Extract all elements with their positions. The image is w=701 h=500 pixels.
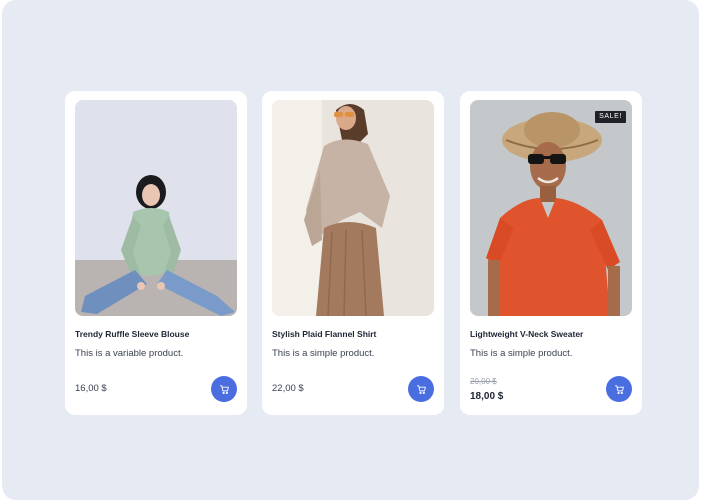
cart-icon bbox=[219, 384, 229, 394]
product-card[interactable]: Trendy Ruffle Sleeve Blouse This is a va… bbox=[65, 91, 247, 415]
product-image[interactable] bbox=[272, 100, 434, 316]
product-photo-icon bbox=[272, 100, 434, 316]
add-to-cart-button[interactable] bbox=[408, 376, 434, 402]
cart-icon bbox=[614, 384, 624, 394]
product-photo-icon bbox=[470, 100, 632, 316]
add-to-cart-button[interactable] bbox=[606, 376, 632, 402]
sale-badge: SALE! bbox=[595, 111, 626, 123]
product-price: 22,00 $ bbox=[272, 383, 304, 394]
product-old-price: 20,00 $ bbox=[470, 377, 497, 386]
product-description: This is a variable product. bbox=[75, 348, 184, 359]
product-price: 16,00 $ bbox=[75, 383, 107, 394]
product-photo-icon bbox=[75, 100, 237, 316]
product-card[interactable]: Stylish Plaid Flannel Shirt This is a si… bbox=[262, 91, 444, 415]
page-background: Trendy Ruffle Sleeve Blouse This is a va… bbox=[2, 0, 699, 500]
product-sale-price: 18,00 $ bbox=[470, 391, 504, 402]
add-to-cart-button[interactable] bbox=[211, 376, 237, 402]
cart-icon bbox=[416, 384, 426, 394]
product-title[interactable]: Lightweight V-Neck Sweater bbox=[470, 329, 583, 339]
product-image[interactable] bbox=[75, 100, 237, 316]
product-description: This is a simple product. bbox=[470, 348, 573, 359]
product-card[interactable]: SALE! Lightweight V-Neck Sweater This is… bbox=[460, 91, 642, 415]
product-description: This is a simple product. bbox=[272, 348, 375, 359]
product-title[interactable]: Trendy Ruffle Sleeve Blouse bbox=[75, 329, 189, 339]
product-title[interactable]: Stylish Plaid Flannel Shirt bbox=[272, 329, 376, 339]
product-image[interactable]: SALE! bbox=[470, 100, 632, 316]
